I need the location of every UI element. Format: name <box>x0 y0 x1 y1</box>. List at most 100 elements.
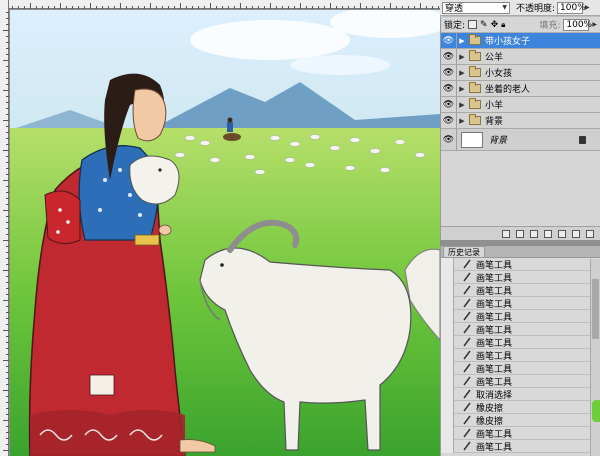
ruler-tick <box>6 24 9 25</box>
snapshot-checkbox[interactable] <box>441 400 454 414</box>
ruler-tick <box>6 102 9 103</box>
history-item[interactable]: 画笔工具 <box>441 439 600 453</box>
history-item-label: 橡皮擦 <box>476 403 504 414</box>
expand-triangle-icon[interactable]: ▶ <box>457 117 467 125</box>
history-item[interactable]: 画笔工具 <box>441 257 600 271</box>
adjustment-layer-icon[interactable] <box>544 229 552 238</box>
eye-icon[interactable]: 👁︎ <box>441 128 457 151</box>
ruler-tick <box>186 6 187 9</box>
delete-layer-icon[interactable] <box>586 229 594 238</box>
snapshot-checkbox[interactable] <box>441 361 454 375</box>
expand-triangle-icon[interactable]: ▶ <box>457 53 467 61</box>
snapshot-checkbox[interactable] <box>441 309 454 323</box>
fill-label: 填充: <box>539 21 561 31</box>
history-item[interactable]: 画笔工具 <box>441 348 600 362</box>
ruler-tick <box>6 54 9 55</box>
artwork-illustration[interactable] <box>10 10 440 456</box>
layer-row[interactable]: 👁︎ ▶ 背景 <box>441 112 600 129</box>
snapshot-checkbox[interactable] <box>441 257 454 271</box>
expand-triangle-icon[interactable]: ▶ <box>457 69 467 77</box>
snapshot-checkbox[interactable] <box>441 283 454 297</box>
ruler-tick <box>3 210 9 211</box>
layer-row[interactable]: 👁︎ ▶ 小女孩 <box>441 64 600 81</box>
tab-history[interactable]: 历史记录 <box>443 246 485 257</box>
history-item[interactable]: 画笔工具 <box>441 426 600 440</box>
history-item[interactable]: 画笔工具 <box>441 335 600 349</box>
fill-dropdown-icon[interactable]: ▶ <box>592 21 597 28</box>
add-mask-icon[interactable] <box>530 229 538 238</box>
lock-brush-icon[interactable]: ✎ <box>480 20 488 30</box>
layer-name: 小女孩 <box>485 69 513 79</box>
expand-triangle-icon[interactable]: ▶ <box>457 37 467 45</box>
opacity-field[interactable]: 100% <box>557 1 586 14</box>
eye-icon[interactable]: 👁︎ <box>441 96 457 113</box>
history-item[interactable]: 画笔工具 <box>441 283 600 297</box>
layer-row[interactable]: 👁︎ ▶ 带小孩女子 <box>441 32 600 49</box>
folder-icon <box>469 34 481 45</box>
snapshot-checkbox[interactable] <box>441 413 454 427</box>
eye-icon[interactable]: 👁︎ <box>441 112 457 129</box>
layers-panel: 锁定: ✎ ✥ 🔒︎ 填充: 100% ▶ 👁︎ ▶ 带小孩女子 👁︎ ▶ 公羊… <box>440 17 600 240</box>
expand-triangle-icon[interactable]: ▶ <box>457 85 467 93</box>
ruler-tick <box>6 114 9 115</box>
scrollbar-thumb[interactable] <box>592 279 599 339</box>
snapshot-checkbox[interactable] <box>441 296 454 310</box>
new-layer-icon[interactable] <box>572 229 580 238</box>
link-layers-icon[interactable] <box>502 229 510 238</box>
background-layer-row[interactable]: 👁︎ 背景 <box>441 128 600 151</box>
fx-icon[interactable] <box>516 229 524 238</box>
eye-icon[interactable]: 👁︎ <box>441 48 457 65</box>
ruler-tick <box>342 6 343 9</box>
snapshot-checkbox[interactable] <box>441 387 454 401</box>
expand-triangle-icon[interactable]: ▶ <box>457 101 467 109</box>
opacity-dropdown-icon[interactable]: ▶ <box>585 4 590 11</box>
history-item-label: 取消选择 <box>476 390 513 401</box>
opacity-label: 不透明度: <box>516 4 556 14</box>
blend-mode-select[interactable]: 穿透 ▼ <box>442 1 510 14</box>
history-item[interactable]: 橡皮擦 <box>441 400 600 414</box>
eye-icon[interactable]: 👁︎ <box>441 80 457 97</box>
layer-row[interactable]: 👁︎ ▶ 小羊 <box>441 96 600 113</box>
snapshot-checkbox[interactable] <box>441 335 454 349</box>
document-canvas[interactable] <box>0 0 440 456</box>
history-scrollbar[interactable] <box>590 259 600 456</box>
history-item[interactable]: 橡皮擦 <box>441 413 600 427</box>
lock-move-icon[interactable]: ✥ <box>491 20 499 30</box>
history-item[interactable]: 画笔工具 <box>441 361 600 375</box>
history-item[interactable]: 画笔工具 <box>441 309 600 323</box>
ruler-tick <box>3 180 9 181</box>
ruler-tick <box>210 3 211 9</box>
ruler-tick <box>6 186 9 187</box>
layer-name: 小羊 <box>485 101 504 111</box>
snapshot-checkbox[interactable] <box>441 439 454 453</box>
snapshot-checkbox[interactable] <box>441 374 454 388</box>
ruler-tick <box>6 294 9 295</box>
ruler-tick <box>6 426 9 427</box>
history-item[interactable]: 画笔工具 <box>441 322 600 336</box>
ruler-tick <box>336 6 337 9</box>
side-tab[interactable] <box>592 400 600 422</box>
ruler-tick <box>168 6 169 9</box>
fill-field[interactable]: 100% <box>563 18 592 31</box>
ruler-tick <box>6 66 9 67</box>
layer-row[interactable]: 👁︎ ▶ 坐着的老人 <box>441 80 600 97</box>
eye-icon[interactable]: 👁︎ <box>441 32 457 49</box>
ruler-tick <box>348 6 349 9</box>
snapshot-checkbox[interactable] <box>441 426 454 440</box>
lock-all-icon[interactable]: 🔒︎ <box>501 20 505 30</box>
history-item[interactable]: 画笔工具 <box>441 270 600 284</box>
history-item[interactable]: 画笔工具 <box>441 374 600 388</box>
lock-transparent-icon[interactable] <box>468 20 478 29</box>
ruler-tick <box>6 324 9 325</box>
new-group-icon[interactable] <box>558 229 566 238</box>
snapshot-checkbox[interactable] <box>441 348 454 362</box>
history-item[interactable]: 画笔工具 <box>441 296 600 310</box>
layer-row[interactable]: 👁︎ ▶ 公羊 <box>441 48 600 65</box>
history-item[interactable]: 取消选择 <box>441 387 600 401</box>
snapshot-checkbox[interactable] <box>441 270 454 284</box>
snapshot-checkbox[interactable] <box>441 322 454 336</box>
ruler-tick <box>6 342 9 343</box>
ruler-tick <box>282 6 283 9</box>
eye-icon[interactable]: 👁︎ <box>441 64 457 81</box>
blend-mode-value: 穿透 <box>445 4 464 14</box>
